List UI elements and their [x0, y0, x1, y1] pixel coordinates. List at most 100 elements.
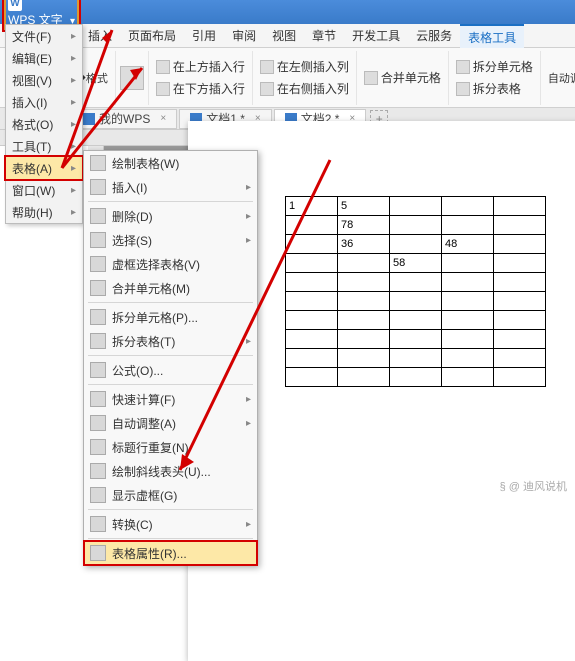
table-cell[interactable] — [390, 368, 442, 387]
table-cell[interactable] — [338, 368, 390, 387]
menu-item[interactable]: 编辑(E)▸ — [6, 47, 82, 69]
table-cell[interactable] — [390, 273, 442, 292]
table-cell[interactable] — [442, 368, 494, 387]
table-cell[interactable] — [442, 254, 494, 273]
table-cell[interactable] — [286, 273, 338, 292]
table-cell[interactable] — [338, 349, 390, 368]
table-cell[interactable] — [494, 235, 546, 254]
tab-review[interactable]: 审阅 — [224, 24, 264, 48]
table-cell[interactable]: 58 — [390, 254, 442, 273]
doctab-mywps[interactable]: 我的WPS× — [72, 109, 177, 129]
table-cell[interactable] — [338, 330, 390, 349]
ribbon-col-left[interactable]: 在左侧插入列 — [257, 57, 352, 77]
menu-item[interactable]: 表格(A)▸ — [6, 157, 82, 179]
table-cell[interactable] — [494, 368, 546, 387]
table-cell[interactable] — [442, 292, 494, 311]
ribbon-split-cell[interactable]: 拆分单元格 — [453, 57, 536, 77]
menu-item[interactable]: 插入(I)▸ — [6, 91, 82, 113]
ribbon-merge[interactable]: 合并单元格 — [361, 68, 444, 88]
table-cell[interactable] — [494, 273, 546, 292]
ribbon-split-tbl[interactable]: 拆分表格 — [453, 79, 536, 99]
table-cell[interactable] — [286, 235, 338, 254]
tab-chapter[interactable]: 章节 — [304, 24, 344, 48]
table-cell[interactable] — [390, 311, 442, 330]
menu-item[interactable]: 格式(O)▸ — [6, 113, 82, 135]
table-cell[interactable] — [390, 197, 442, 216]
table-cell[interactable] — [494, 254, 546, 273]
table-cell[interactable] — [494, 330, 546, 349]
table-cell[interactable] — [286, 349, 338, 368]
submenu-item[interactable]: 选择(S)▸ — [84, 228, 257, 252]
delete-icon[interactable] — [120, 66, 144, 90]
menu-item[interactable]: 工具(T)▸ — [6, 135, 82, 157]
table-cell[interactable] — [390, 235, 442, 254]
table-cell[interactable] — [286, 330, 338, 349]
table-cell[interactable] — [442, 311, 494, 330]
table-cell[interactable] — [390, 292, 442, 311]
submenu-item[interactable]: 拆分表格(T)▸ — [84, 329, 257, 353]
table-cell[interactable] — [494, 216, 546, 235]
menu-item[interactable]: 视图(V)▸ — [6, 69, 82, 91]
table-cell[interactable] — [494, 197, 546, 216]
table-cell[interactable] — [338, 292, 390, 311]
table-cell[interactable] — [286, 368, 338, 387]
table-cell[interactable] — [286, 216, 338, 235]
table-cell[interactable] — [494, 311, 546, 330]
table-cell[interactable] — [390, 330, 442, 349]
table-cell[interactable] — [338, 311, 390, 330]
table[interactable]: 157836 4858 — [285, 196, 546, 387]
submenu-item[interactable]: 插入(I)▸ — [84, 175, 257, 199]
submenu-item[interactable]: 绘制表格(W) — [84, 151, 257, 175]
table-cell[interactable] — [338, 254, 390, 273]
submenu-item[interactable]: 转换(C)▸ — [84, 512, 257, 536]
table-cell[interactable] — [442, 216, 494, 235]
close-icon[interactable]: × — [160, 109, 166, 129]
table-cell[interactable] — [494, 349, 546, 368]
classic-menu: 文件(F)▸编辑(E)▸视图(V)▸插入(I)▸格式(O)▸工具(T)▸表格(A… — [5, 24, 83, 224]
table-cell[interactable]: 78 — [338, 216, 390, 235]
table-cell[interactable] — [338, 273, 390, 292]
submenu-item[interactable]: 删除(D)▸ — [84, 204, 257, 228]
ribbon-col-right[interactable]: 在右侧插入列 — [257, 79, 352, 99]
submenu-item[interactable]: 表格属性(R)... — [84, 541, 257, 565]
table-cell[interactable] — [494, 292, 546, 311]
table-cell[interactable] — [442, 273, 494, 292]
tab-dev[interactable]: 开发工具 — [344, 24, 408, 48]
split-tbl-icon — [456, 82, 470, 96]
submenu-item[interactable]: 绘制斜线表头(U)... — [84, 459, 257, 483]
tab-cloud[interactable]: 云服务 — [408, 24, 460, 48]
tab-insert[interactable]: 插入 — [80, 24, 120, 48]
split-cell-icon — [456, 60, 470, 74]
ribbon-row-below[interactable]: 在下方插入行 — [153, 79, 248, 99]
table-cell[interactable] — [442, 330, 494, 349]
submenu-item[interactable]: 虚框选择表格(V) — [84, 252, 257, 276]
table-cell[interactable] — [286, 311, 338, 330]
table-cell[interactable]: 48 — [442, 235, 494, 254]
submenu-item[interactable]: 合并单元格(M) — [84, 276, 257, 300]
ribbon-auto[interactable]: 自动调整 — [545, 68, 575, 88]
submenu-item[interactable]: 标题行重复(N) — [84, 435, 257, 459]
wps-logo-icon: W — [8, 0, 22, 11]
submenu-item[interactable]: 拆分单元格(P)... — [84, 305, 257, 329]
table-cell[interactable] — [442, 349, 494, 368]
menu-item[interactable]: 窗口(W)▸ — [6, 179, 82, 201]
menu-item[interactable]: 文件(F)▸ — [6, 25, 82, 47]
menu-item[interactable]: 帮助(H)▸ — [6, 201, 82, 223]
table-cell[interactable] — [390, 349, 442, 368]
table-cell[interactable]: 5 — [338, 197, 390, 216]
table-cell[interactable] — [286, 254, 338, 273]
submenu-item[interactable]: 快速计算(F)▸ — [84, 387, 257, 411]
table-cell[interactable]: 1 — [286, 197, 338, 216]
ribbon-row-above[interactable]: 在上方插入行 — [153, 57, 248, 77]
tab-layout[interactable]: 页面布局 — [120, 24, 184, 48]
submenu-item[interactable]: 公式(O)... — [84, 358, 257, 382]
table-cell[interactable]: 36 — [338, 235, 390, 254]
table-cell[interactable] — [442, 197, 494, 216]
tab-ref[interactable]: 引用 — [184, 24, 224, 48]
submenu-item[interactable]: 自动调整(A)▸ — [84, 411, 257, 435]
table-cell[interactable] — [286, 292, 338, 311]
table-cell[interactable] — [390, 216, 442, 235]
tab-tabletools[interactable]: 表格工具 — [460, 24, 524, 48]
submenu-item[interactable]: 显示虚框(G) — [84, 483, 257, 507]
tab-view[interactable]: 视图 — [264, 24, 304, 48]
